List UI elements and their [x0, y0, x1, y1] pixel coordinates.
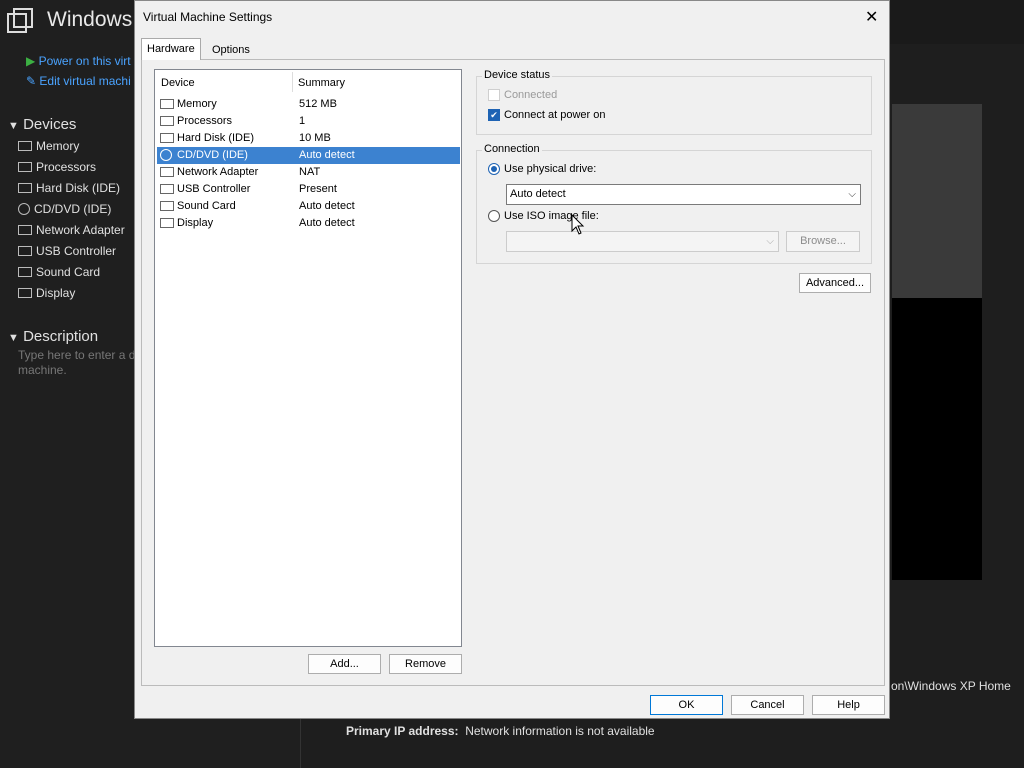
close-icon[interactable]: ✕	[865, 7, 878, 27]
bg-device-display[interactable]: Display	[18, 286, 75, 300]
device-row-sound[interactable]: Sound Card Auto detect	[157, 198, 460, 215]
tab-options[interactable]: Options	[207, 41, 255, 59]
physical-drive-select[interactable]: Auto detect ⌵	[506, 184, 861, 205]
col-summary[interactable]: Summary	[298, 77, 345, 89]
bg-device-sound[interactable]: Sound Card	[18, 265, 100, 279]
usb-icon	[18, 246, 32, 256]
device-list[interactable]: Device Summary Memory 512 MB Processors 1 …	[154, 69, 462, 647]
edit-icon: ✎	[26, 74, 37, 88]
mouse-cursor-icon	[571, 214, 585, 235]
bg-device-harddisk[interactable]: Hard Disk (IDE)	[18, 181, 120, 195]
vm-preview-frame	[892, 104, 982, 298]
ip-label: Primary IP address:	[346, 724, 459, 738]
device-row-network[interactable]: Network Adapter NAT	[157, 164, 460, 181]
edit-vm-link[interactable]: ✎ Edit virtual machi	[26, 74, 131, 88]
checkmark-icon: ✔	[488, 109, 500, 121]
vm-preview-screen[interactable]	[892, 298, 982, 580]
radio-selected-icon	[488, 163, 500, 175]
power-on-link[interactable]: ▶ Power on this virt	[26, 54, 131, 68]
device-status-label: Device status	[482, 69, 553, 81]
device-status-group	[476, 76, 872, 135]
cd-icon	[18, 203, 30, 215]
help-button[interactable]: Help	[812, 695, 885, 715]
device-row-harddisk[interactable]: Hard Disk (IDE) 10 MB	[157, 130, 460, 147]
bg-device-cddvd[interactable]: CD/DVD (IDE)	[18, 202, 111, 216]
dialog-title: Virtual Machine Settings	[143, 10, 273, 24]
device-row-cddvd[interactable]: CD/DVD (IDE) Auto detect	[157, 147, 460, 164]
bg-device-memory[interactable]: Memory	[18, 139, 79, 153]
device-row-usb[interactable]: USB Controller Present	[157, 181, 460, 198]
collapse-icon: ▼	[8, 120, 19, 132]
col-device[interactable]: Device	[161, 77, 195, 89]
speaker-icon	[18, 267, 32, 277]
device-row-memory[interactable]: Memory 512 MB	[157, 96, 460, 113]
use-physical-drive-radio[interactable]: Use physical drive:	[488, 163, 596, 175]
bg-device-processors[interactable]: Processors	[18, 160, 96, 174]
add-button[interactable]: Add...	[308, 654, 381, 674]
tab-bar: Hardware Options	[141, 38, 885, 60]
network-icon	[160, 167, 174, 177]
connection-label: Connection	[482, 143, 542, 155]
advanced-button[interactable]: Advanced...	[799, 273, 871, 293]
vm-config-path: on\Windows XP Home	[891, 679, 1011, 693]
harddisk-icon	[18, 183, 32, 193]
column-divider[interactable]	[292, 72, 293, 92]
memory-icon	[160, 99, 174, 109]
remove-button[interactable]: Remove	[389, 654, 462, 674]
ip-info: Primary IP address: Network information …	[346, 724, 655, 738]
description-field[interactable]: Type here to enter a d machine.	[18, 348, 136, 378]
display-icon	[160, 218, 174, 228]
ip-value: Network information is not available	[465, 724, 655, 738]
device-row-display[interactable]: Display Auto detect	[157, 215, 460, 232]
play-icon: ▶	[26, 54, 36, 68]
memory-icon	[18, 141, 32, 151]
network-icon	[18, 225, 32, 235]
chevron-down-icon: ⌵	[766, 236, 774, 247]
vm-icon	[7, 8, 33, 33]
bg-device-network[interactable]: Network Adapter	[18, 223, 125, 237]
browse-button: Browse...	[786, 231, 860, 252]
usb-icon	[160, 184, 174, 194]
speaker-icon	[160, 201, 174, 211]
devices-header[interactable]: ▼ Devices	[8, 116, 76, 133]
chevron-down-icon: ⌵	[848, 189, 856, 200]
vm-settings-dialog: Virtual Machine Settings ✕ Hardware Opti…	[134, 0, 890, 719]
bg-device-usb[interactable]: USB Controller	[18, 244, 116, 258]
ok-button[interactable]: OK	[650, 695, 723, 715]
radio-icon	[488, 210, 500, 222]
processor-icon	[18, 162, 32, 172]
checkbox-icon	[488, 89, 500, 101]
connected-checkbox: Connected	[488, 89, 557, 101]
collapse-icon: ▼	[8, 332, 19, 344]
vm-title: Windows	[47, 8, 133, 31]
cd-icon	[160, 149, 172, 161]
tab-hardware[interactable]: Hardware	[141, 38, 201, 60]
description-header[interactable]: ▼ Description	[8, 328, 98, 345]
iso-path-input: ⌵	[506, 231, 779, 252]
harddisk-icon	[160, 133, 174, 143]
processor-icon	[160, 116, 174, 126]
device-row-processors[interactable]: Processors 1	[157, 113, 460, 130]
display-icon	[18, 288, 32, 298]
list-header: Device Summary	[155, 70, 461, 94]
cancel-button[interactable]: Cancel	[731, 695, 804, 715]
connect-at-power-on-checkbox[interactable]: ✔ Connect at power on	[488, 109, 606, 121]
